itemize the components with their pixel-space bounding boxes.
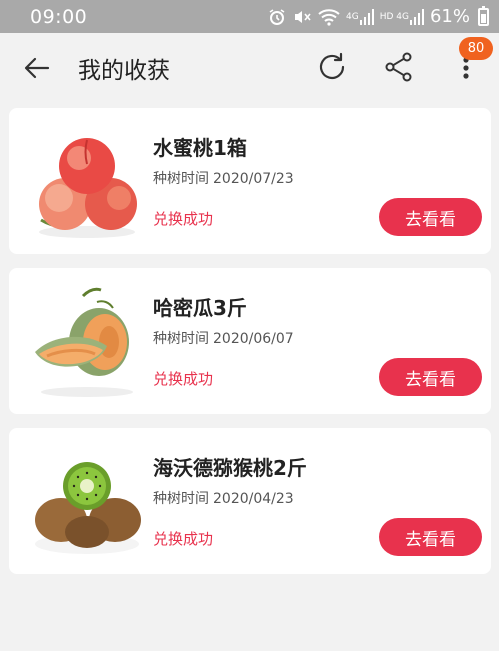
date-value: 2020/04/23: [213, 491, 294, 507]
share-icon[interactable]: [383, 51, 415, 83]
item-name: 哈密瓜3斤: [153, 296, 247, 320]
status-icons: 4G HD 4G 61%: [268, 5, 489, 27]
harvest-list: 水蜜桃1箱 种树时间 2020/07/23 兑换成功 去看看 哈密瓜3斤 种树时间…: [9, 108, 491, 588]
item-name: 水蜜桃1箱: [153, 136, 247, 160]
date-value: 2020/07/23: [213, 171, 294, 187]
melon-icon: [27, 280, 147, 402]
item-name: 海沃德猕猴桃2斤: [153, 456, 307, 480]
view-button[interactable]: 去看看: [379, 198, 482, 236]
harvest-card: 哈密瓜3斤 种树时间 2020/06/07 兑换成功 去看看: [9, 268, 491, 414]
status-time: 09:00: [30, 5, 88, 28]
signal-icon-1: 4G: [346, 8, 374, 25]
item-date: 种树时间 2020/06/07: [153, 328, 294, 348]
signal-icon-2: HD 4G: [380, 8, 424, 25]
status-text: 兑换成功: [153, 530, 214, 548]
app-header: 我的收获: [0, 33, 499, 101]
status-text: 兑换成功: [153, 210, 214, 228]
page-title: 我的收获: [78, 58, 170, 84]
mute-icon: [292, 8, 312, 26]
battery-icon: [478, 5, 489, 26]
peach-icon: [27, 120, 147, 242]
item-date: 种树时间 2020/04/23: [153, 488, 294, 508]
wifi-icon: [318, 8, 340, 26]
date-label: 种树时间: [153, 491, 209, 507]
harvest-card: 水蜜桃1箱 种树时间 2020/07/23 兑换成功 去看看: [9, 108, 491, 254]
status-text: 兑换成功: [153, 370, 214, 388]
item-date: 种树时间 2020/07/23: [153, 168, 294, 188]
back-arrow-icon[interactable]: [22, 53, 52, 83]
harvest-card: 海沃德猕猴桃2斤 种树时间 2020/04/23 兑换成功 去看看: [9, 428, 491, 574]
alarm-icon: [268, 8, 286, 26]
view-button[interactable]: 去看看: [379, 518, 482, 556]
kiwi-icon: [27, 440, 147, 562]
view-button[interactable]: 去看看: [379, 358, 482, 396]
status-bar: 09:00 4G HD 4G 61%: [0, 0, 499, 33]
notification-badge: 80: [459, 37, 493, 60]
refresh-icon[interactable]: [316, 51, 348, 83]
battery-percent: 61%: [429, 6, 470, 27]
date-label: 种树时间: [153, 171, 209, 187]
date-label: 种树时间: [153, 331, 209, 347]
date-value: 2020/06/07: [213, 331, 294, 347]
